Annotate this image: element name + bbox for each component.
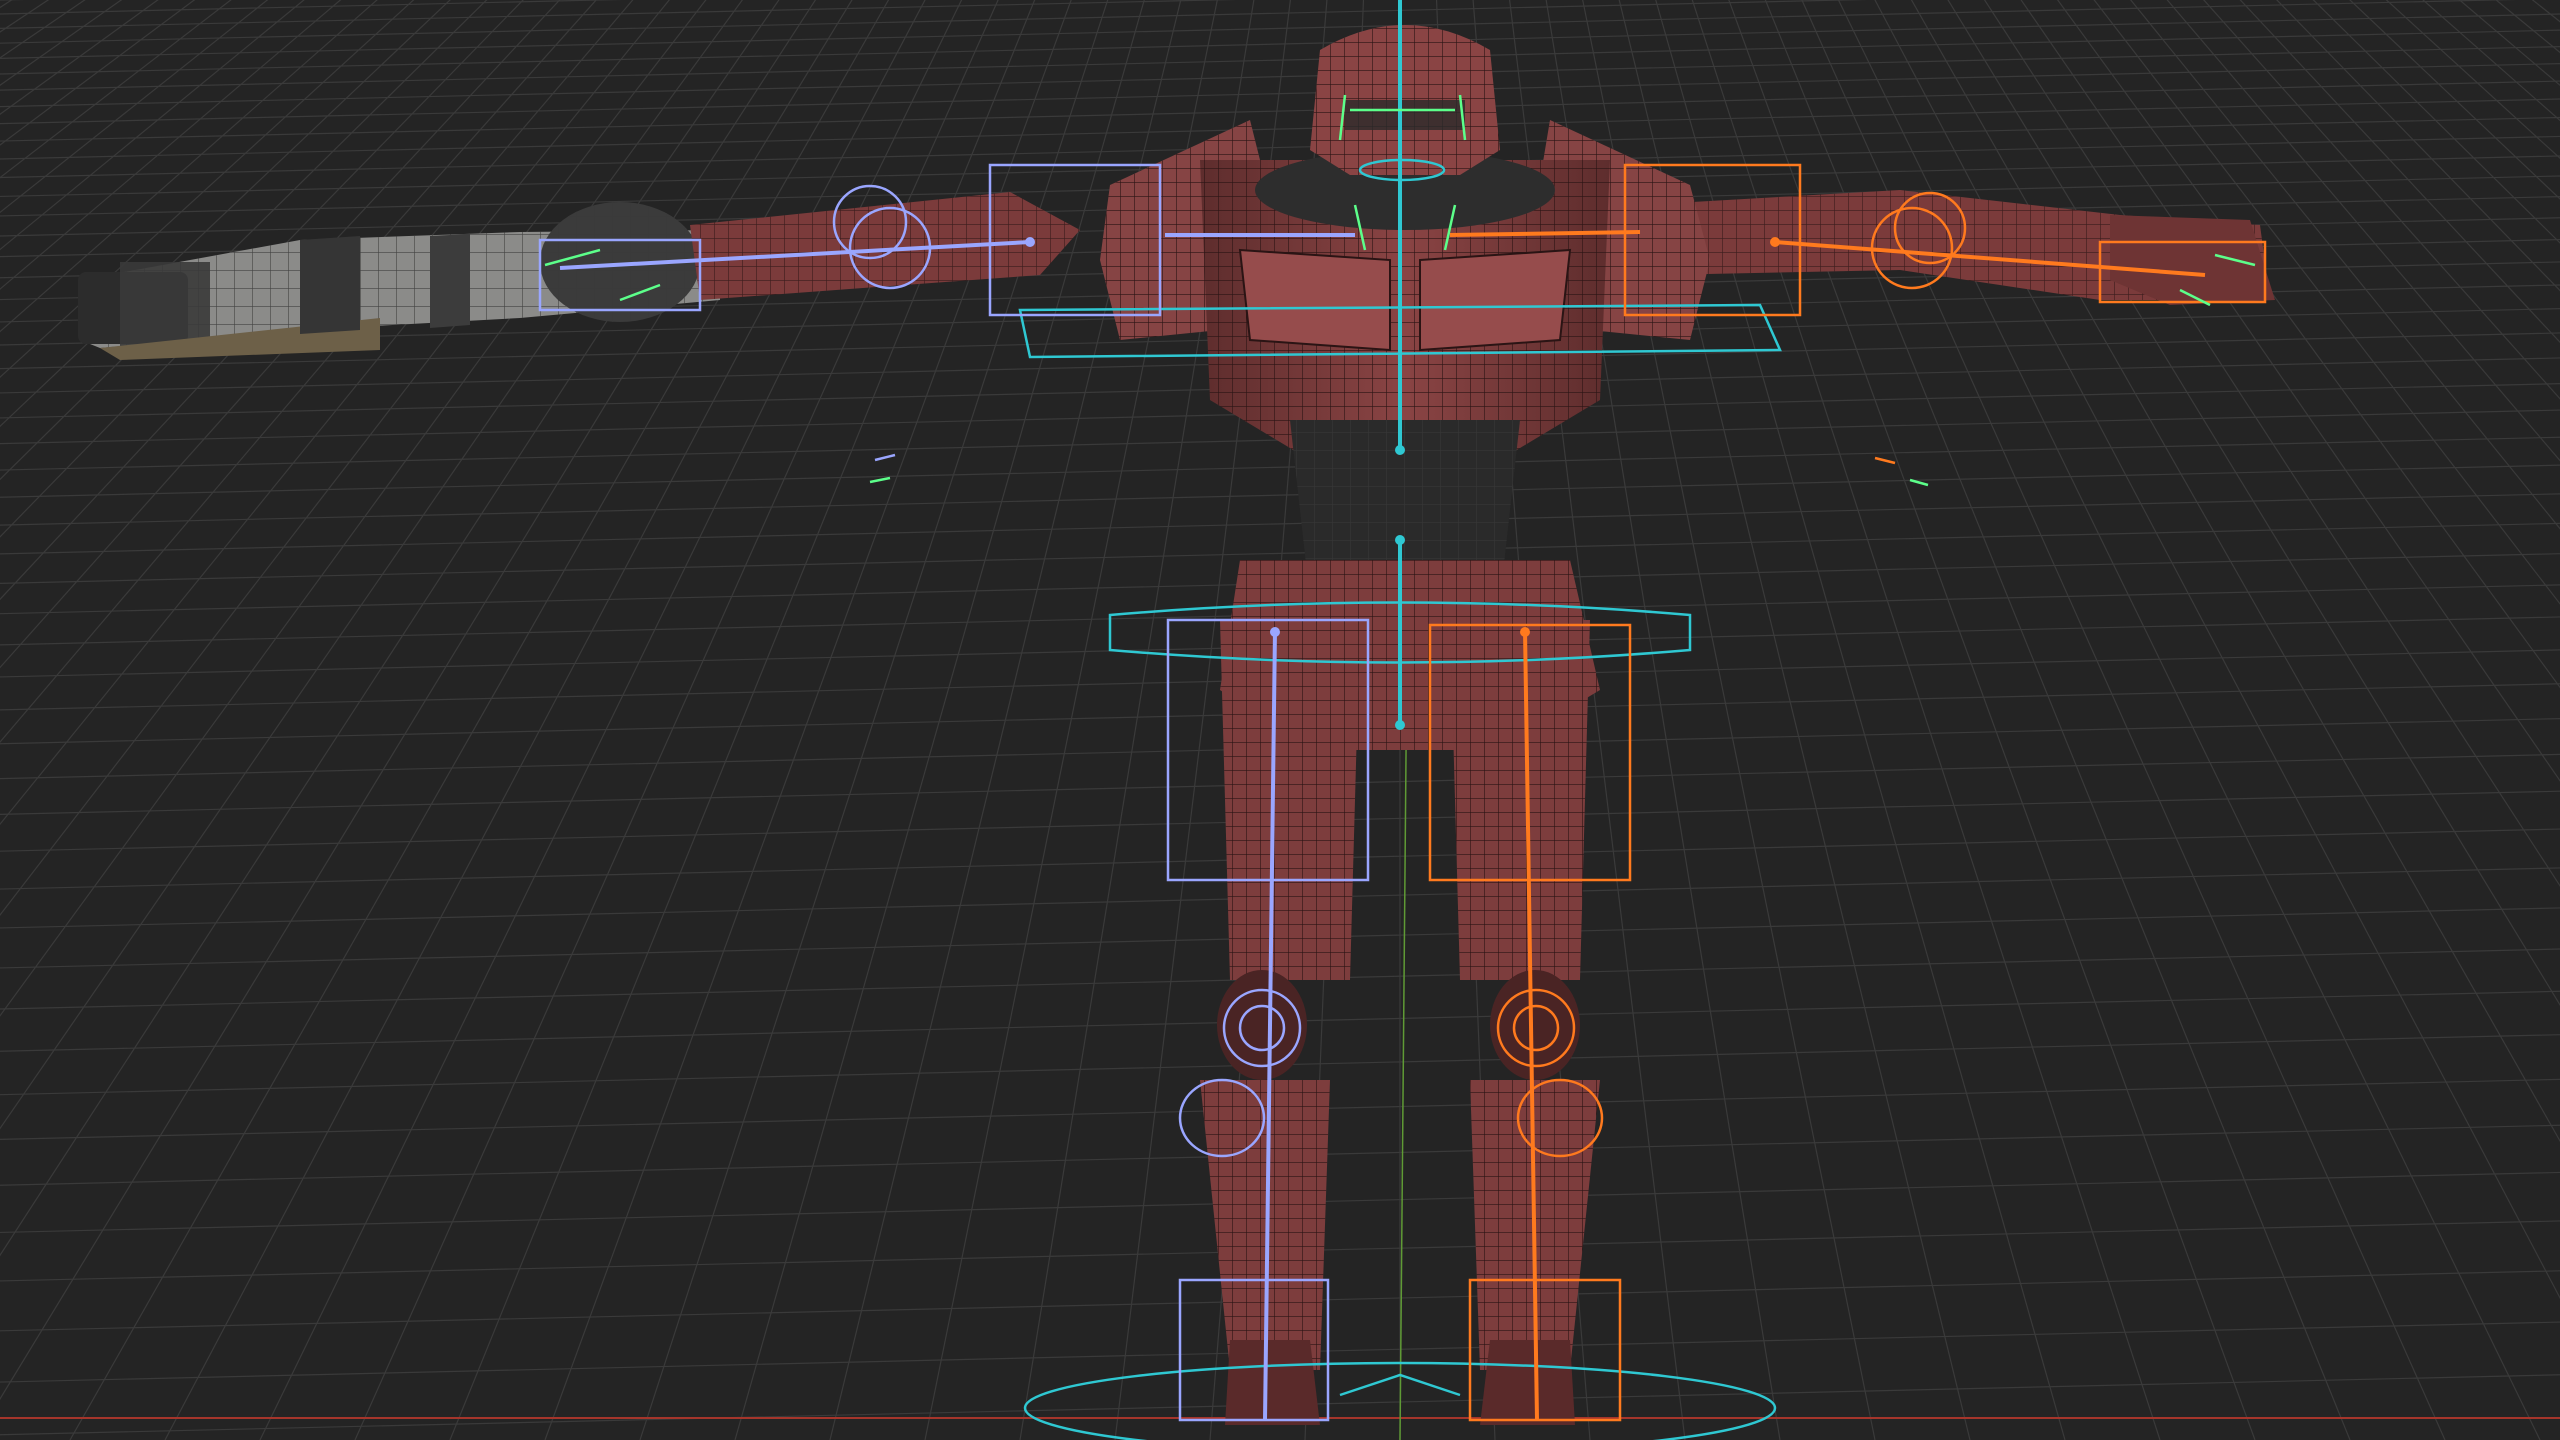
grid-line [0,0,232,179]
grid-line [0,0,1237,29]
grid-line [0,0,2518,59]
right-knee-mesh[interactable] [1490,970,1580,1080]
grid-line [0,0,378,333]
grid-line [0,0,524,538]
grid-line [0,0,269,214]
arm-cannon-mesh[interactable] [78,202,720,360]
grid-line [0,0,1869,44]
grid-line [0,436,2560,498]
grid-line [2458,0,2560,87]
left-knee-mesh[interactable] [1217,970,1307,1080]
right-foot-mesh[interactable] [1480,1340,1575,1425]
grid-line [0,0,86,59]
grid-line [0,0,415,379]
3d-viewport[interactable] [0,0,2560,1440]
grid-line [0,13,2560,75]
grid-line [0,46,2560,108]
grid-line [0,0,561,601]
grid-line [0,0,597,669]
viewport-scene[interactable] [0,0,2560,1440]
grid-line [0,0,817,1257]
grid-line [2531,0,2560,1440]
left-foot-mesh[interactable] [1225,1340,1320,1425]
grid-line [0,98,2560,160]
grid-line [0,0,744,1017]
grid-line [0,464,2560,526]
grid-line [0,0,123,86]
grid-line [0,0,196,146]
grid-line [0,63,2560,125]
grid-line [0,493,2560,555]
